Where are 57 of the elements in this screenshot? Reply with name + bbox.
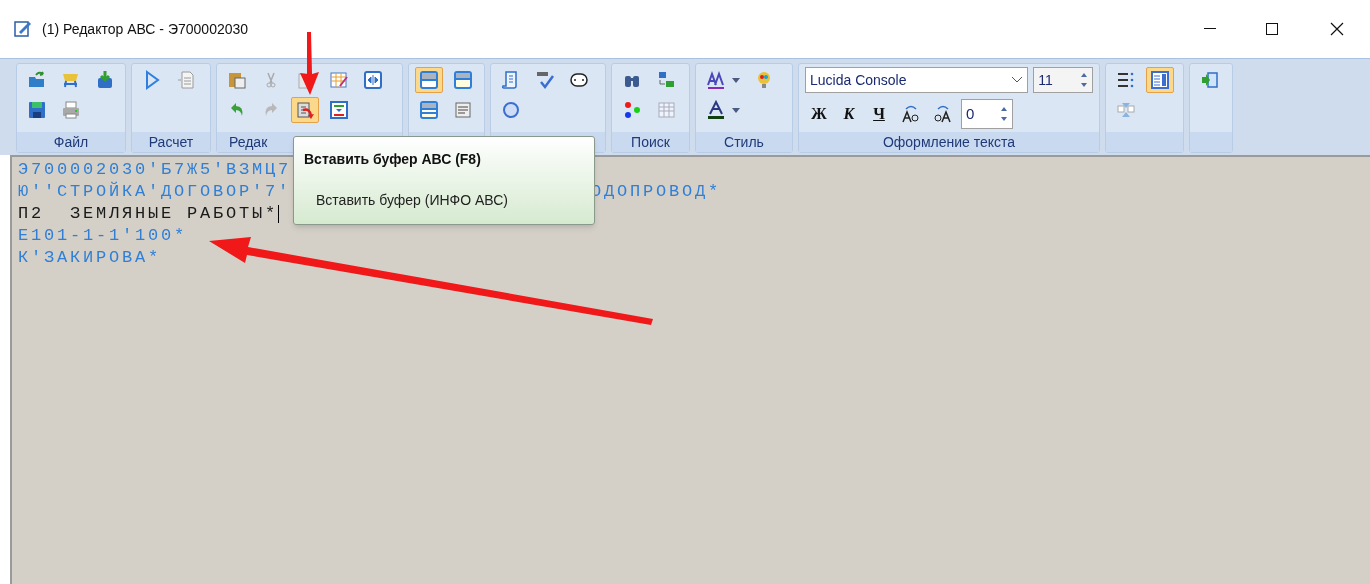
minimize-icon[interactable] [1204,28,1216,30]
layout-icon [453,70,473,90]
list-icon [1116,70,1136,90]
open-folder-icon [27,70,47,90]
text-document-icon [453,100,473,120]
code-line: П2 ЗЕМЛЯНЫЕ РАБОТЫ* [18,203,279,225]
color-dots-icon [622,100,642,120]
align-icon [329,100,349,120]
arrow-overlay [298,32,320,96]
offset-spinner[interactable]: 0 [961,99,1013,129]
code-line: Е101-1-1'100* [18,225,188,247]
close-icon[interactable] [1330,22,1344,36]
format-button[interactable]: Ч [865,101,893,127]
format-button[interactable]: Ж [805,101,833,127]
code-view-icon [363,70,383,90]
font-color-icon [706,100,726,120]
diagram-icon [1116,100,1136,120]
download-icon [95,70,115,90]
subscript-icon [933,104,953,124]
tooltip-title: Вставить буфер АВС (F8) [304,150,482,169]
group-label: Редак [229,132,268,152]
layout-icon [419,70,439,90]
group-label: Стиль [724,132,764,152]
panel-icon [1150,70,1170,90]
table-edit-icon [329,70,349,90]
chevron-down-icon [1011,76,1024,84]
font-style-icon [706,70,726,90]
group-label-bar [1190,132,1232,152]
printer-icon [61,100,81,120]
group-label: Поиск [631,132,670,152]
maximize-icon[interactable] [1266,23,1278,35]
font-size-spinner[interactable]: 11 [1033,67,1093,93]
exit-icon [1200,70,1220,90]
code-line: Э700002030'Б7Ж5'ВЗМЦ7 [18,159,292,181]
code-line: ОДОПРОВОД* [591,181,722,203]
window-title: (1) Редактор АВС - Э700002030 [42,19,249,39]
tooltip-text: Вставить буфер (ИНФО АВС) [316,191,509,210]
group-label: Оформление текста [882,132,1016,152]
spell-check-icon [535,70,555,90]
layout-icon [419,100,439,120]
group-label: Расчет [148,132,194,152]
format-button[interactable]: К [835,101,863,127]
superscript-icon [901,104,921,124]
font-dropdown[interactable]: Lucida Console [805,67,1029,93]
caret-icon [732,77,740,83]
notepad-icon [14,20,32,38]
code-line: К'ЗАКИРОВА* [18,247,162,269]
code-line: Ю''СТРОЙКА'ДОГОВОР'7' [18,181,292,203]
replace-icon [656,70,676,90]
paste-buffer-icon [295,100,315,120]
spinner-arrows-icon [1080,71,1088,89]
group-label: Файл [53,132,89,152]
caret-icon [732,107,740,113]
clipboard-icon [227,70,247,90]
spinner-arrows-icon [1000,105,1008,123]
document-icon [176,70,196,90]
grid-icon [656,100,676,120]
